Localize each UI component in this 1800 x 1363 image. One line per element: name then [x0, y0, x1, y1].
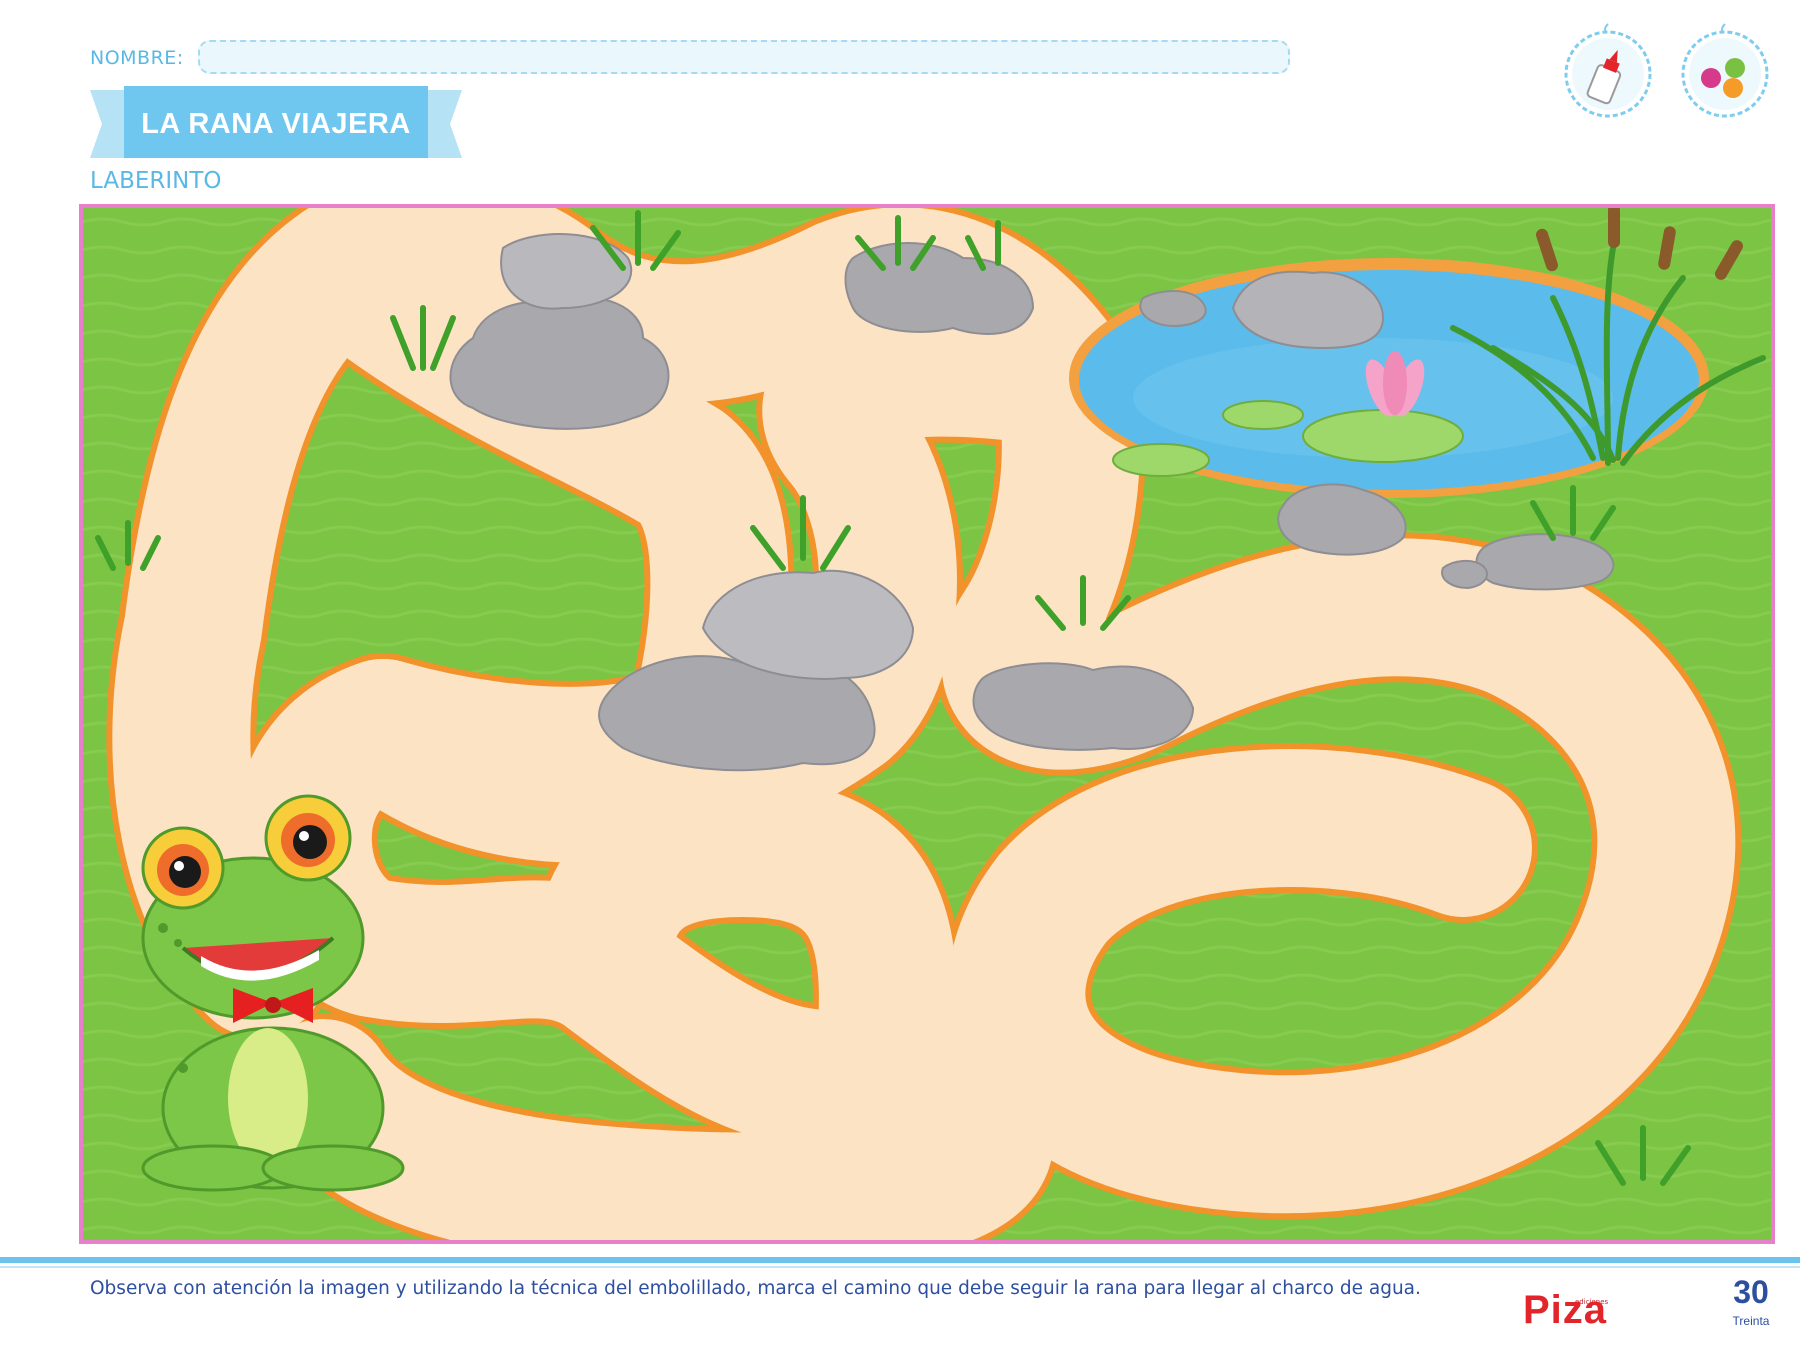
- publisher-logo: Piza: [1523, 1288, 1608, 1332]
- title-banner: LA RANA VIAJERA: [90, 86, 462, 162]
- instructions-text: Observa con atención la imagen y utiliza…: [90, 1278, 1421, 1299]
- page-title: LA RANA VIAJERA: [141, 107, 411, 140]
- name-field[interactable]: [198, 40, 1290, 74]
- footer-divider: [0, 1257, 1800, 1263]
- page-number-word: Treinta: [1732, 1314, 1770, 1328]
- maze-illustration: [79, 204, 1775, 1244]
- crepe-paper-balls-icon: [1677, 22, 1773, 118]
- page-subtitle: LABERINTO: [90, 168, 222, 194]
- glue-bottle-icon: [1560, 22, 1656, 118]
- page-number: 30: [1733, 1274, 1769, 1310]
- footer-divider-thin: [0, 1266, 1800, 1268]
- maze-svg: [83, 208, 1771, 1240]
- name-label: NOMBRE:: [90, 47, 184, 69]
